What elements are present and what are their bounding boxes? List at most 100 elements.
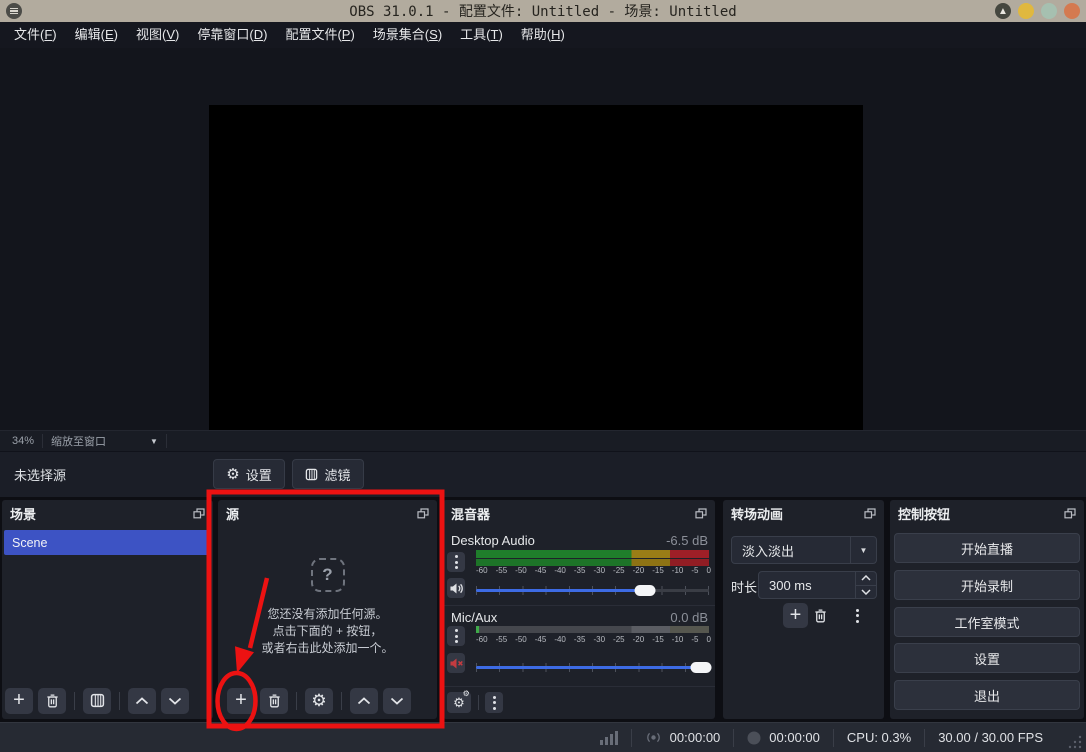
divider xyxy=(42,434,44,448)
cpu-usage: CPU: 0.3% xyxy=(846,730,912,745)
transitions-panel-header[interactable]: 转场动画 xyxy=(723,500,884,526)
transition-selected: 淡入淡出 xyxy=(742,543,795,559)
obs-window: OBS 31.0.1 - 配置文件: Untitled - 场景: Untitl… xyxy=(0,0,1086,752)
mic-aux-meter xyxy=(476,626,709,633)
stream-time-segment: 00:00:00 xyxy=(632,723,734,752)
desktop-audio-mute-button[interactable] xyxy=(447,578,465,598)
menu-edit[interactable]: 编辑(E) xyxy=(66,22,127,48)
record-time: 00:00:00 xyxy=(769,730,820,745)
mic-aux-level: 0.0 dB xyxy=(670,610,708,625)
transitions-panel-title: 转场动画 xyxy=(731,506,784,522)
scene-filters-button[interactable] xyxy=(83,687,111,714)
scenes-panel-title: 场景 xyxy=(10,506,37,522)
transitions-toolbar: + xyxy=(723,603,884,629)
source-filters-button[interactable]: 滤镜 xyxy=(292,459,364,489)
scale-mode-dropdown[interactable]: 缩放至窗口 xyxy=(51,433,106,449)
mixer-panel-header[interactable]: 混音器 xyxy=(443,500,715,526)
statusbar: 00:00:00 00:00:00 CPU: 0.3% 30.00 / 30.0… xyxy=(0,722,1086,752)
move-source-down-button[interactable] xyxy=(383,687,411,714)
preview-canvas[interactable] xyxy=(209,105,863,472)
broadcast-icon xyxy=(646,732,660,743)
divider xyxy=(165,434,167,448)
slider-handle[interactable] xyxy=(690,661,712,673)
remove-source-button[interactable] xyxy=(260,687,288,714)
menu-file[interactable]: 文件(F) xyxy=(5,22,66,48)
minimize-button[interactable] xyxy=(1018,3,1034,19)
filters-icon xyxy=(306,468,318,480)
divider xyxy=(443,686,715,687)
mixer-menu-button[interactable] xyxy=(485,692,503,713)
question-glyph: ? xyxy=(322,565,333,584)
close-button[interactable] xyxy=(1064,3,1080,19)
desktop-audio-menu-button[interactable] xyxy=(447,552,465,572)
add-source-button[interactable]: + xyxy=(227,687,255,714)
spin-up-button[interactable] xyxy=(856,572,876,585)
chevron-down-icon xyxy=(861,589,871,595)
mic-aux-mute-button[interactable] xyxy=(447,653,465,673)
divider xyxy=(119,691,120,710)
move-scene-down-button[interactable] xyxy=(161,687,189,714)
titlebar: OBS 31.0.1 - 配置文件: Untitled - 场景: Untitl… xyxy=(0,0,1086,22)
popout-icon[interactable] xyxy=(417,507,429,519)
spin-down-button[interactable] xyxy=(856,584,876,599)
menu-docks[interactable]: 停靠窗口(D) xyxy=(188,22,276,48)
popout-icon[interactable] xyxy=(695,507,707,519)
desktop-audio-volume-slider[interactable] xyxy=(476,584,709,596)
menu-profile[interactable]: 配置文件(P) xyxy=(276,22,363,48)
docks-area: 场景 Scene + 源 ? 您还没有添加任何源。 点击下面的 + 按钮， 或者… xyxy=(0,497,1086,722)
menu-scene-collection[interactable]: 场景集合(S) xyxy=(364,22,451,48)
move-scene-up-button[interactable] xyxy=(128,687,156,714)
sources-panel-header[interactable]: 源 xyxy=(218,500,437,526)
advanced-audio-button[interactable]: ⚙ ⚙ xyxy=(447,688,471,713)
mic-aux-menu-button[interactable] xyxy=(447,626,465,646)
source-properties-button[interactable]: ⚙ 设置 xyxy=(213,459,285,489)
controls-panel-header[interactable]: 控制按钮 xyxy=(890,500,1084,526)
move-source-up-button[interactable] xyxy=(350,687,378,714)
transition-properties-button[interactable] xyxy=(845,603,869,628)
scene-list-item[interactable]: Scene xyxy=(4,530,211,555)
popout-icon[interactable] xyxy=(864,507,876,519)
add-transition-button[interactable]: + xyxy=(783,603,808,628)
resize-grip[interactable] xyxy=(1056,723,1086,752)
popout-icon[interactable] xyxy=(1064,507,1076,519)
remove-transition-button[interactable] xyxy=(808,603,832,628)
window-title: OBS 31.0.1 - 配置文件: Untitled - 场景: Untitl… xyxy=(349,4,737,20)
menu-help[interactable]: 帮助(H) xyxy=(512,22,574,48)
tick-label: -20 xyxy=(632,635,645,644)
remove-scene-button[interactable] xyxy=(38,687,66,714)
sources-panel: 源 ? 您还没有添加任何源。 点击下面的 + 按钮， 或者右击此处添加一个。 +… xyxy=(218,500,437,719)
transition-select[interactable]: 淡入淡出 ▼ xyxy=(731,536,877,564)
tick-label: -60 xyxy=(476,566,488,575)
gear-icon: ⚙ xyxy=(311,691,327,710)
settings-button[interactable]: 设置 xyxy=(894,643,1080,673)
popout-icon[interactable] xyxy=(193,507,205,519)
mixer-panel-title: 混音器 xyxy=(451,506,491,522)
divider xyxy=(296,691,297,710)
duration-spinbox[interactable]: 300 ms xyxy=(758,571,877,599)
tick-label: -55 xyxy=(495,635,508,644)
double-gear-icon: ⚙ ⚙ xyxy=(453,688,470,710)
slider-handle[interactable] xyxy=(634,584,656,596)
scenes-panel: 场景 Scene + xyxy=(2,500,213,719)
app-icon[interactable] xyxy=(6,3,22,19)
kebab-menu-icon xyxy=(855,608,859,623)
add-scene-button[interactable]: + xyxy=(5,687,33,714)
desktop-audio-level: -6.5 dB xyxy=(666,533,708,548)
empty-sources-text: 您还没有添加任何源。 点击下面的 + 按钮， 或者右击此处添加一个。 xyxy=(218,606,437,657)
network-status xyxy=(587,723,631,752)
muted-speaker-icon xyxy=(449,657,463,669)
menu-view[interactable]: 视图(V) xyxy=(127,22,188,48)
shade-window-button[interactable]: ▲ xyxy=(995,3,1011,19)
mic-aux-volume-slider[interactable] xyxy=(476,661,712,673)
menu-tools[interactable]: 工具(T) xyxy=(451,22,512,48)
exit-button[interactable]: 退出 xyxy=(894,680,1080,710)
kebab-menu-icon xyxy=(454,629,458,643)
chevron-down-icon[interactable]: ▼ xyxy=(150,437,158,446)
start-streaming-button[interactable]: 开始直播 xyxy=(894,533,1080,563)
scenes-panel-header[interactable]: 场景 xyxy=(2,500,213,526)
start-recording-button[interactable]: 开始录制 xyxy=(894,570,1080,600)
scenes-toolbar: + xyxy=(5,687,189,714)
source-properties-toolbar-button[interactable]: ⚙ xyxy=(305,687,333,714)
maximize-button[interactable] xyxy=(1041,3,1057,19)
studio-mode-button[interactable]: 工作室模式 xyxy=(894,607,1080,637)
